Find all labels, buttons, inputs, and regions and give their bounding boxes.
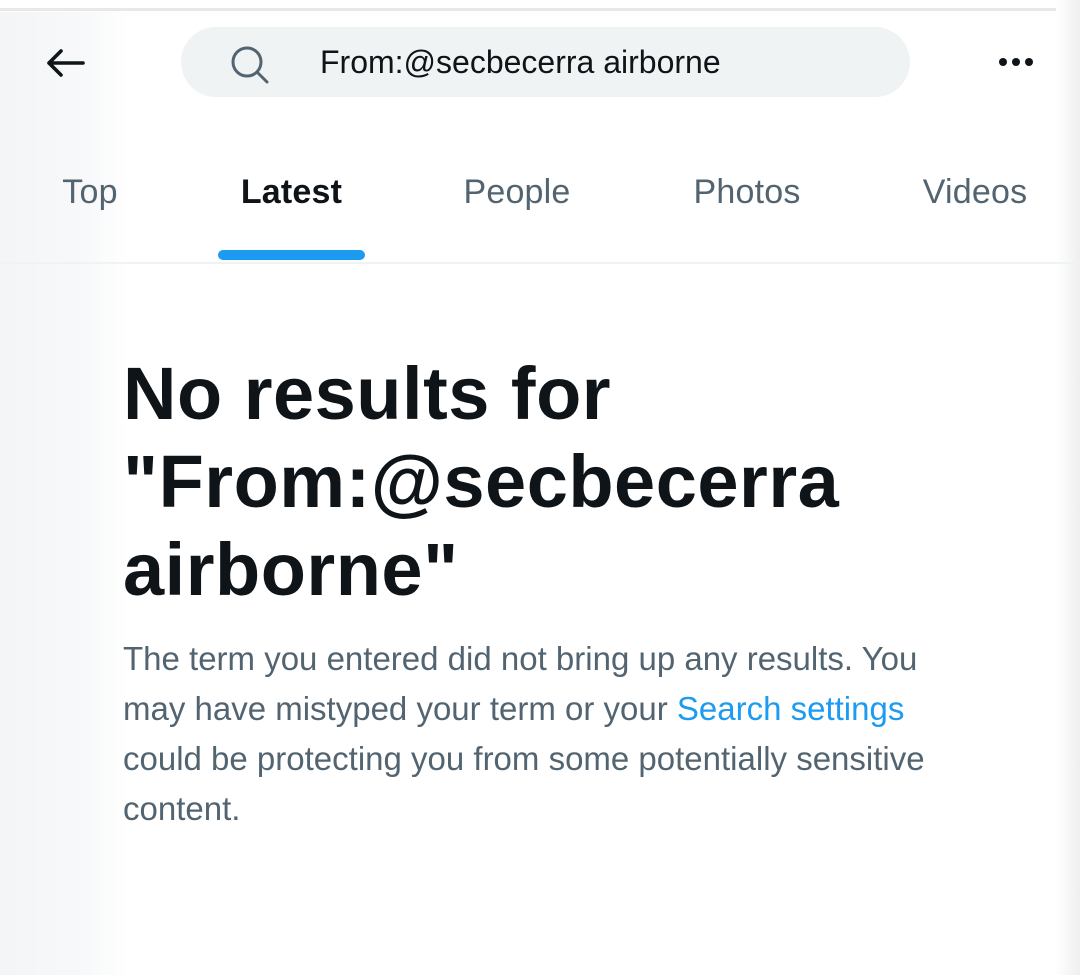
empty-state-message: The term you entered did not bring up an… [123,634,953,834]
search-icon [231,46,269,84]
tab-label: Top [62,173,118,211]
message-text: could be protecting you from some potent… [123,740,925,827]
more-dots-icon [1012,58,1020,66]
tab-label: People [463,173,571,211]
more-dots-icon [999,58,1007,66]
empty-state-title: No results for "From:@secbecerra airborn… [123,352,840,611]
search-bar[interactable] [181,27,910,97]
more-options-button[interactable] [990,44,1042,80]
tab-label: Photos [693,173,801,211]
more-dots-icon [1025,58,1033,66]
tab-people[interactable]: People [440,140,594,262]
tab-latest[interactable]: Latest [218,140,365,262]
tab-photos[interactable]: Photos [668,140,826,262]
tab-videos[interactable]: Videos [900,140,1050,262]
active-tab-indicator [218,250,365,260]
tab-label: Latest [240,173,343,211]
top-divider [0,8,1080,11]
search-header [0,14,1080,114]
search-input[interactable] [320,27,880,97]
search-tabs: Top Latest People Photos Videos [0,140,1080,264]
tab-top[interactable]: Top [26,140,154,262]
tab-label: Videos [922,173,1028,211]
back-button[interactable] [40,40,90,86]
empty-state: No results for "From:@secbecerra airborn… [123,350,993,834]
search-settings-link[interactable]: Search settings [677,690,904,727]
arrow-left-icon [47,49,85,77]
